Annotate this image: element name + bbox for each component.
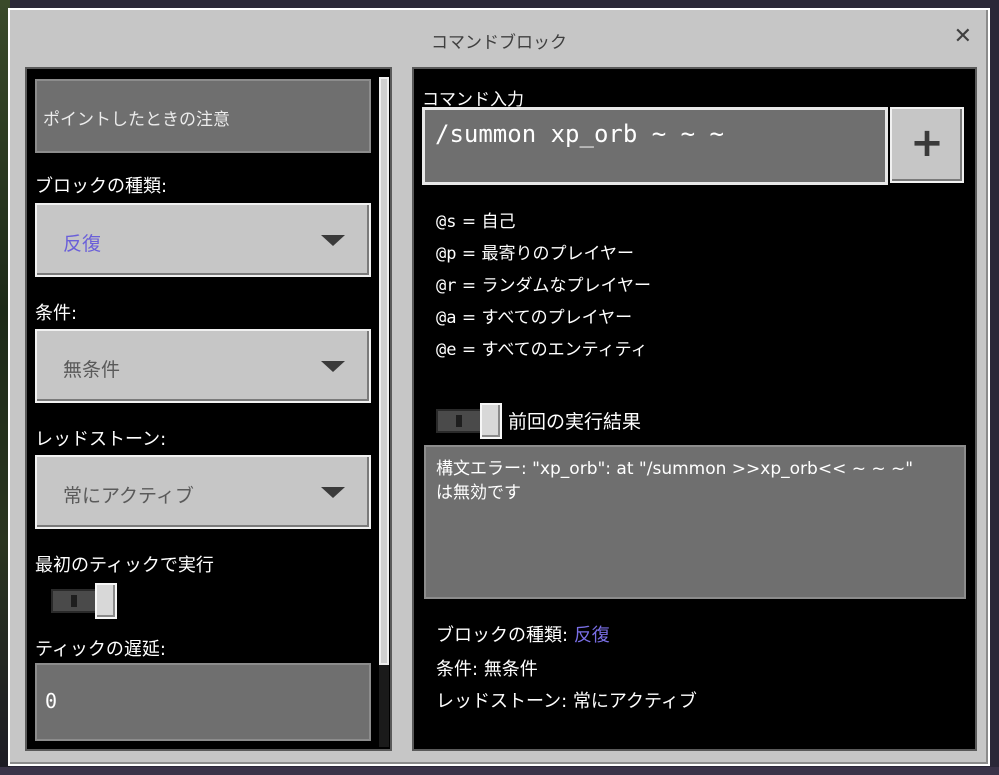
block-type-dropdown[interactable]: 反復 [35,203,371,277]
redstone-dropdown[interactable]: 常にアクティブ [35,455,371,529]
toggle-knob[interactable] [480,403,502,439]
chevron-down-icon [321,361,345,372]
summary-redstone: レッドストーン: 常にアクティブ [436,691,697,712]
selector-hint-all-entities: @e = すべてのエンティティ [436,340,648,360]
block-type-label: ブロックの種類: [35,176,168,197]
toggle-off-marker [71,595,77,607]
previous-output-line: は無効です [436,483,521,503]
command-block-window: コマンドブロック ✕ ポイントしたときの注意 ブロックの種類: 反復 条件: 無… [8,8,990,766]
previous-output-toggle[interactable] [436,403,502,439]
hover-note-input[interactable]: ポイントしたときの注意 [35,79,371,153]
toggle-off-marker [456,415,462,427]
plus-icon[interactable]: + [890,107,964,183]
selector-hint-nearest: @p = 最寄りのプレイヤー [436,244,635,264]
window-title: コマンドブロック [431,33,567,53]
settings-panel: ポイントしたときの注意 ブロックの種類: 反復 条件: 無条件 レッドストーン:… [25,67,392,751]
condition-dropdown[interactable]: 無条件 [35,329,371,403]
redstone-value: 常にアクティブ [63,485,194,507]
previous-output-label: 前回の実行結果 [508,411,642,433]
scrollbar-thumb[interactable] [379,77,389,665]
redstone-label: レッドストーン: [35,429,167,450]
chevron-down-icon [321,235,345,246]
selector-hint-random: @r = ランダムなプレイヤー [436,276,652,296]
condition-value: 無条件 [63,359,121,381]
selector-hint-all-players: @a = すべてのプレイヤー [436,308,633,328]
toggle-knob[interactable] [95,583,117,619]
command-panel: コマンド入力 /summon xp_orb ~ ~ ~ + @s = 自己 @p… [412,67,977,751]
close-icon[interactable]: ✕ [954,24,972,49]
tick-delay-input[interactable]: 0 [35,663,371,741]
execute-first-tick-label: 最初のティックで実行 [35,555,214,576]
selector-hint-self: @s = 自己 [436,212,516,232]
command-input[interactable]: /summon xp_orb ~ ~ ~ [422,107,888,185]
block-type-value: 反復 [63,233,102,255]
chevron-down-icon [321,487,345,498]
previous-output-line: 構文エラー: "xp_orb": at "/summon >>xp_orb<< … [436,459,914,479]
condition-label: 条件: [35,303,78,324]
summary-condition: 条件: 無条件 [436,659,538,680]
summary-block-type: ブロックの種類: 反復 [436,625,610,646]
previous-output-box: 構文エラー: "xp_orb": at "/summon >>xp_orb<< … [424,445,966,599]
background-bottom [0,767,999,775]
tick-delay-label: ティックの遅延: [35,639,166,660]
execute-first-tick-toggle[interactable] [51,583,117,619]
